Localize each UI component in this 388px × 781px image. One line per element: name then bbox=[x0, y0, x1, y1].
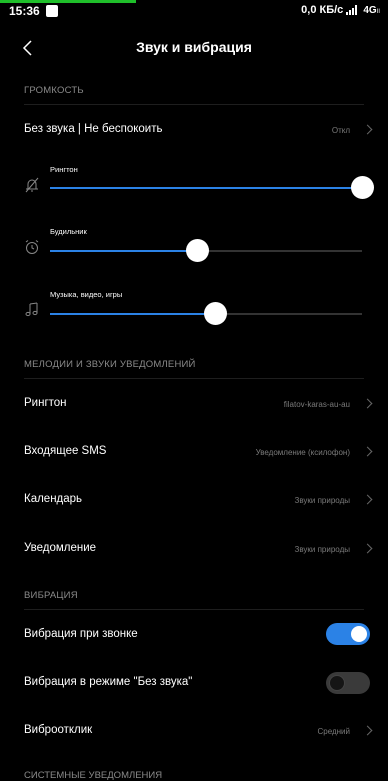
vibrate-ring-label: Вибрация при звонке bbox=[24, 628, 138, 640]
network-type-sub: ll bbox=[376, 8, 380, 15]
section-sounds-title: МЕЛОДИИ И ЗВУКИ УВЕДОМЛЕНИЙ bbox=[24, 359, 196, 370]
bell-off-icon bbox=[25, 177, 39, 193]
vibrate-silent-label: Вибрация в режиме "Без звука" bbox=[24, 676, 193, 688]
app-notification-icon bbox=[46, 5, 58, 17]
divider bbox=[24, 378, 364, 379]
sms-row-value: Уведомление (ксилофон) bbox=[255, 448, 350, 457]
calendar-row-label[interactable]: Календарь bbox=[24, 493, 82, 505]
slider-fill bbox=[50, 187, 362, 189]
network-type: 4Gll bbox=[363, 5, 380, 16]
ringtone-row-value: filatov-karas-au-au bbox=[283, 400, 350, 409]
chevron-right-icon bbox=[362, 398, 373, 409]
network-speed: 0,0 КБ/с bbox=[301, 4, 344, 16]
toggle-knob bbox=[351, 626, 367, 642]
chevron-right-icon bbox=[362, 494, 373, 505]
chevron-right-icon bbox=[362, 124, 373, 135]
slider-alarm[interactable] bbox=[50, 239, 362, 262]
slider-fill bbox=[50, 313, 216, 315]
dnd-row-value: Откл bbox=[331, 126, 350, 135]
chevron-right-icon bbox=[362, 725, 373, 736]
music-note-icon bbox=[25, 302, 38, 317]
slider-music[interactable] bbox=[50, 302, 362, 325]
section-vibration-title: ВИБРАЦИЯ bbox=[24, 590, 78, 601]
sms-row-label[interactable]: Входящее SMS bbox=[24, 445, 106, 457]
page-title: Звук и вибрация bbox=[136, 39, 252, 55]
ringtone-row-label[interactable]: Рингтон bbox=[24, 397, 67, 409]
vibrate-ring-toggle[interactable] bbox=[326, 623, 370, 645]
chevron-right-icon bbox=[362, 543, 373, 554]
calendar-row-value: Звуки природы bbox=[294, 496, 351, 505]
slider-ringtone-label: Рингтон bbox=[50, 165, 78, 174]
section-volume-title: ГРОМКОСТЬ bbox=[24, 85, 84, 96]
network-type-label: 4G bbox=[363, 4, 377, 16]
haptic-feedback-label[interactable]: Виброотклик bbox=[24, 724, 92, 736]
page-load-progress bbox=[0, 0, 136, 3]
slider-ringtone[interactable] bbox=[50, 176, 374, 199]
status-right: 0,0 КБ/с 4Gll bbox=[301, 4, 380, 16]
slider-knob[interactable] bbox=[185, 239, 209, 262]
slider-knob[interactable] bbox=[351, 176, 374, 199]
status-time: 15:36 bbox=[9, 4, 40, 18]
toggle-knob bbox=[329, 675, 345, 691]
notification-row-label[interactable]: Уведомление bbox=[24, 542, 96, 554]
divider bbox=[24, 104, 364, 105]
alarm-clock-icon bbox=[25, 240, 39, 254]
notification-row-value: Звуки природы bbox=[294, 545, 351, 554]
slider-music-label: Музыка, видео, игры bbox=[50, 290, 123, 299]
dnd-row-label[interactable]: Без звука | Не беспокоить bbox=[24, 123, 162, 135]
chevron-right-icon bbox=[362, 446, 373, 457]
divider bbox=[24, 609, 364, 610]
haptic-feedback-value: Средний bbox=[317, 727, 350, 736]
vibrate-silent-toggle[interactable] bbox=[326, 672, 370, 694]
signal-icon bbox=[346, 5, 360, 15]
slider-fill bbox=[50, 250, 197, 252]
slider-knob[interactable] bbox=[204, 302, 228, 325]
slider-alarm-label: Будильник bbox=[50, 227, 87, 236]
